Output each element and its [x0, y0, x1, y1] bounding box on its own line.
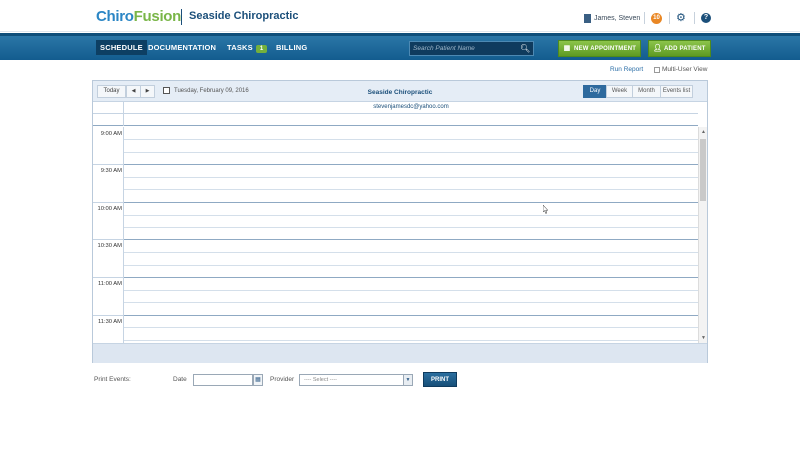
print-button[interactable]: PRINT	[423, 372, 457, 387]
slot-line	[124, 290, 698, 291]
multi-user-view-label: Multi-User View	[662, 66, 708, 73]
person-add-icon: 👤︎	[653, 44, 663, 52]
main-nav: SCHEDULE DOCUMENTATION TASKS1 BILLING 🔍︎…	[0, 33, 800, 60]
time-gutter-line	[93, 164, 124, 165]
slot-line	[124, 152, 698, 153]
resource-email: stevenjamesdc@yahoo.com	[373, 104, 449, 110]
patient-search: 🔍︎	[409, 41, 534, 56]
slot-line-hour	[124, 277, 698, 278]
time-gutter-line	[93, 315, 124, 316]
header-divider	[644, 12, 645, 24]
provider-label: Provider	[270, 376, 295, 383]
user-icon	[584, 13, 591, 23]
nav-schedule[interactable]: SCHEDULE	[96, 40, 147, 55]
nav-tasks-label: TASKS	[227, 43, 253, 52]
logo-text-chiro: Chiro	[96, 8, 134, 25]
time-label: 10:30 AM	[97, 243, 123, 249]
print-date-label: Date	[173, 376, 187, 383]
slot-line	[124, 265, 698, 266]
calendar-add-icon: ▦	[563, 44, 571, 52]
nav-billing[interactable]: BILLING	[276, 43, 307, 52]
time-label: 10:00 AM	[97, 206, 123, 212]
logo-separator	[181, 9, 182, 25]
scroll-thumb[interactable]	[700, 139, 706, 201]
new-appointment-button[interactable]: ▦ NEW APPOINTMENT	[558, 40, 642, 57]
scroll-up-arrow-icon[interactable]: ▲	[701, 129, 706, 135]
multi-user-view-checkbox[interactable]	[654, 66, 660, 73]
slot-line	[124, 139, 698, 140]
view-tab-events-list[interactable]: Events list	[660, 85, 693, 98]
help-icon[interactable]: ?	[701, 13, 711, 23]
print-date-field[interactable]	[193, 374, 253, 386]
slot-line	[124, 215, 698, 216]
schedule-calendar: Today ◀ ▶ Tuesday, February 09, 2016 Sea…	[92, 80, 708, 363]
top-header: ChiroFusion Seaside Chiropractic James, …	[0, 0, 800, 32]
print-events-label: Print Events:	[94, 376, 131, 383]
slot-line-hour	[124, 202, 698, 203]
gear-icon[interactable]: ⚙	[676, 13, 686, 24]
provider-select[interactable]: ---- Select ---- ▼	[299, 374, 413, 386]
new-appointment-label: NEW APPOINTMENT	[574, 45, 637, 52]
add-patient-button[interactable]: 👤︎ ADD PATIENT	[648, 40, 711, 57]
slot-line	[124, 302, 698, 303]
nav-documentation[interactable]: DOCUMENTATION	[148, 43, 216, 52]
chirofusion-logo[interactable]: ChiroFusion	[96, 8, 181, 25]
slot-line	[124, 252, 698, 253]
multi-user-view-toggle[interactable]: Multi-User View	[654, 66, 707, 73]
all-day-row[interactable]	[93, 114, 698, 126]
slot-line-half-hour	[124, 164, 698, 165]
mouse-cursor-icon	[543, 205, 548, 214]
time-gutter-line	[93, 202, 124, 203]
chevron-down-icon[interactable]: ▼	[403, 375, 412, 385]
time-column	[93, 127, 124, 343]
time-gutter-line	[93, 277, 124, 278]
tasks-count-badge: 1	[255, 45, 268, 53]
logo-text-fusion: Fusion	[133, 8, 182, 25]
view-tab-month[interactable]: Month	[632, 85, 661, 98]
view-tab-week[interactable]: Week	[606, 85, 633, 98]
provider-selected-value: ---- Select ----	[304, 377, 337, 383]
add-patient-label: ADD PATIENT	[664, 45, 706, 52]
slot-line-half-hour	[124, 315, 698, 316]
date-picker-icon[interactable]: ▦	[253, 374, 263, 386]
time-label: 11:30 AM	[97, 319, 122, 325]
slot-line	[124, 340, 698, 341]
header-divider	[669, 12, 670, 24]
header-divider	[694, 12, 695, 24]
slot-line	[124, 227, 698, 228]
resource-header: stevenjamesdc@yahoo.com	[93, 102, 698, 114]
time-label: 9:00 AM	[100, 131, 122, 137]
time-gutter-line	[93, 239, 124, 240]
patient-search-input[interactable]	[410, 42, 518, 55]
practice-name: Seaside Chiropractic	[189, 10, 299, 22]
slot-line	[124, 327, 698, 328]
view-tab-day[interactable]: Day	[583, 85, 607, 98]
time-label: 9:30 AM	[100, 168, 122, 174]
resource-gutter	[93, 102, 124, 114]
slot-line	[124, 189, 698, 190]
slot-line-half-hour	[124, 239, 698, 240]
calendar-toolbar: Today ◀ ▶ Tuesday, February 09, 2016 Sea…	[93, 81, 707, 102]
notification-badge[interactable]: 10	[651, 13, 662, 24]
time-grid[interactable]: 9:00 AM 9:30 AM 10:00 AM 10:30 AM 11:00 …	[93, 127, 698, 343]
all-day-gutter	[93, 114, 124, 126]
calendar-scrollbar[interactable]: ▲ ▼	[698, 127, 707, 343]
user-menu[interactable]: James, Steven	[584, 12, 640, 24]
time-label: 11:00 AM	[97, 281, 122, 287]
search-icon[interactable]: 🔍︎	[520, 43, 530, 54]
calendar-footer	[93, 343, 707, 363]
user-name: James, Steven	[594, 14, 641, 22]
view-switcher: Day Week Month Events list	[583, 85, 693, 98]
nav-tasks[interactable]: TASKS 1	[227, 43, 268, 53]
slot-line	[124, 177, 698, 178]
scroll-down-arrow-icon[interactable]: ▼	[701, 335, 706, 341]
run-report-link[interactable]: Run Report	[610, 66, 643, 73]
